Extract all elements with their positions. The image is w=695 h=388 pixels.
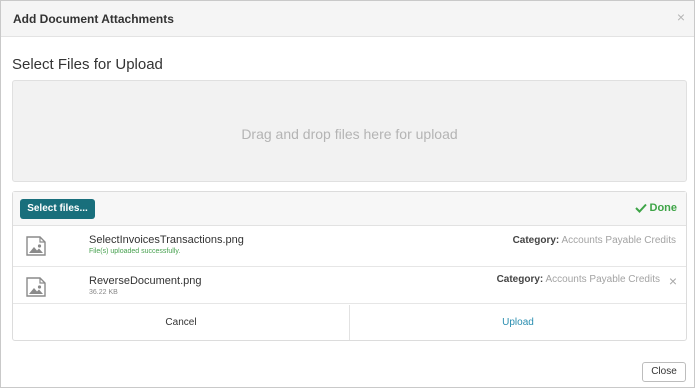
image-file-icon [26,236,46,256]
file-name: SelectInvoicesTransactions.png [89,234,244,246]
dialog-header: Add Document Attachments × [1,1,694,37]
category-value: Accounts Payable Credits [545,274,660,285]
close-icon[interactable]: × [677,10,685,24]
category-label: Category: [512,235,560,246]
dialog-title: Add Document Attachments [13,12,174,26]
remove-file-icon[interactable]: × [669,274,677,288]
upload-panel: Select files... Done SelectInvoicesTrans… [12,191,687,341]
close-button[interactable]: Close [642,362,686,382]
panel-actions: Cancel Upload [13,305,686,340]
select-files-button[interactable]: Select files... [20,199,95,219]
section-title: Select Files for Upload [12,56,163,73]
file-dropzone[interactable]: Drag and drop files here for upload [12,80,687,182]
file-row: ReverseDocument.png 36.22 KB Category: A… [13,268,686,304]
file-size: 36.22 KB [89,289,118,296]
file-category[interactable]: Category: Accounts Payable Credits [513,235,676,246]
file-row: SelectInvoicesTransactions.png File(s) u… [13,227,686,267]
category-value: Accounts Payable Credits [561,235,676,246]
file-name: ReverseDocument.png [89,275,202,287]
add-attachments-dialog: Add Document Attachments × Select Files … [0,0,695,388]
dropzone-text: Drag and drop files here for upload [241,126,458,142]
upload-toolbar: Select files... Done [13,192,686,226]
cancel-button[interactable]: Cancel [13,305,350,340]
image-file-icon [26,277,46,297]
file-status: File(s) uploaded successfully. [89,248,181,255]
file-category[interactable]: Category: Accounts Payable Credits [497,274,660,285]
upload-status-label: Done [649,202,678,214]
upload-status: Done [634,202,678,214]
upload-button[interactable]: Upload [350,305,686,340]
category-label: Category: [496,274,544,285]
checkmark-icon [634,203,647,213]
